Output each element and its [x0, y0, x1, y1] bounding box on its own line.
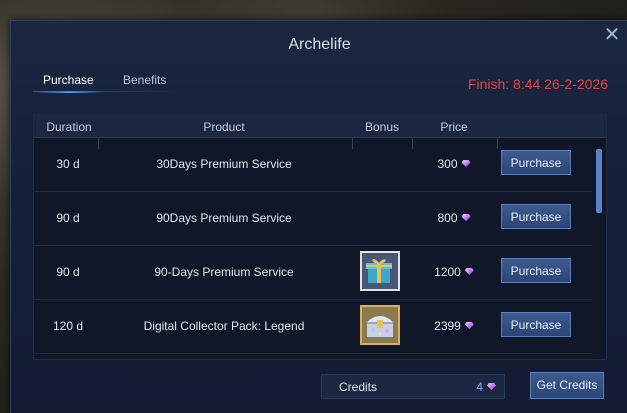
product-cell: 30Days Premium Service — [156, 157, 292, 171]
price-cell: 2399 — [422, 299, 486, 353]
price-value: 1200 — [434, 265, 461, 279]
purchase-button[interactable]: Purchase — [501, 312, 571, 337]
duration-cell: 90 d — [56, 265, 80, 279]
gem-icon — [487, 383, 496, 390]
credits-value: 4 — [476, 380, 496, 394]
credits-amount: 4 — [476, 380, 483, 394]
price-cell: 800 — [422, 191, 486, 245]
tab-purchase[interactable]: Purchase — [43, 73, 94, 91]
window-title: Archelife — [288, 36, 351, 53]
purchase-button[interactable]: Purchase — [501, 150, 571, 175]
header-duration: Duration — [46, 120, 92, 134]
product-cell: 90-Days Premium Service — [154, 265, 294, 279]
get-credits-button[interactable]: Get Credits — [530, 372, 604, 399]
duration-cell: 90 d — [56, 211, 80, 225]
product-table: Duration Product Bonus Price 30 d 30Days… — [33, 114, 607, 360]
gift-box-icon[interactable] — [360, 251, 400, 291]
credits-balance: Credits 4 — [321, 374, 505, 399]
tab-divider — [33, 91, 183, 92]
price-cell: 1200 — [422, 245, 486, 299]
table-row: 90 d 90Days Premium Service 800 Purchase — [34, 191, 592, 246]
close-icon[interactable]: ✕ — [602, 25, 622, 45]
table-row: 30 d 30Days Premium Service 300 Purchase — [34, 137, 592, 192]
price-value: 800 — [437, 211, 458, 225]
product-cell: 90Days Premium Service — [156, 211, 292, 225]
gem-icon — [464, 268, 474, 275]
duration-cell: 120 d — [52, 319, 84, 333]
purchase-button[interactable]: Purchase — [501, 204, 571, 229]
credits-label: Credits — [339, 380, 378, 394]
table-scrollbar[interactable] — [596, 145, 602, 353]
gem-icon — [461, 214, 471, 221]
table-header: Duration Product Bonus Price — [34, 115, 606, 138]
price-cell: 300 — [422, 137, 486, 191]
finish-timer: Finish: 8:44 26-2-2026 — [467, 76, 608, 92]
gem-icon — [464, 322, 474, 329]
treasure-chest-icon[interactable] — [360, 305, 400, 345]
purchase-button[interactable]: Purchase — [501, 258, 571, 283]
duration-cell: 30 d — [56, 157, 80, 171]
scroll-thumb[interactable] — [596, 149, 602, 213]
archelife-window: Archelife ✕ Purchase Benefits Finish: 8:… — [10, 20, 627, 413]
header-bonus: Bonus — [364, 120, 400, 134]
product-cell: Digital Collector Pack: Legend — [143, 319, 305, 333]
price-value: 2399 — [434, 319, 461, 333]
table-row: 90 d 90-Days Premium Service 1200 Purcha… — [34, 245, 592, 300]
tab-benefits[interactable]: Benefits — [123, 73, 166, 91]
gem-icon — [461, 160, 471, 167]
header-price: Price — [440, 120, 468, 134]
table-row: 120 d Digital Collector Pack: Legend 239 — [34, 299, 592, 354]
header-product: Product — [203, 120, 245, 134]
price-value: 300 — [437, 157, 458, 171]
